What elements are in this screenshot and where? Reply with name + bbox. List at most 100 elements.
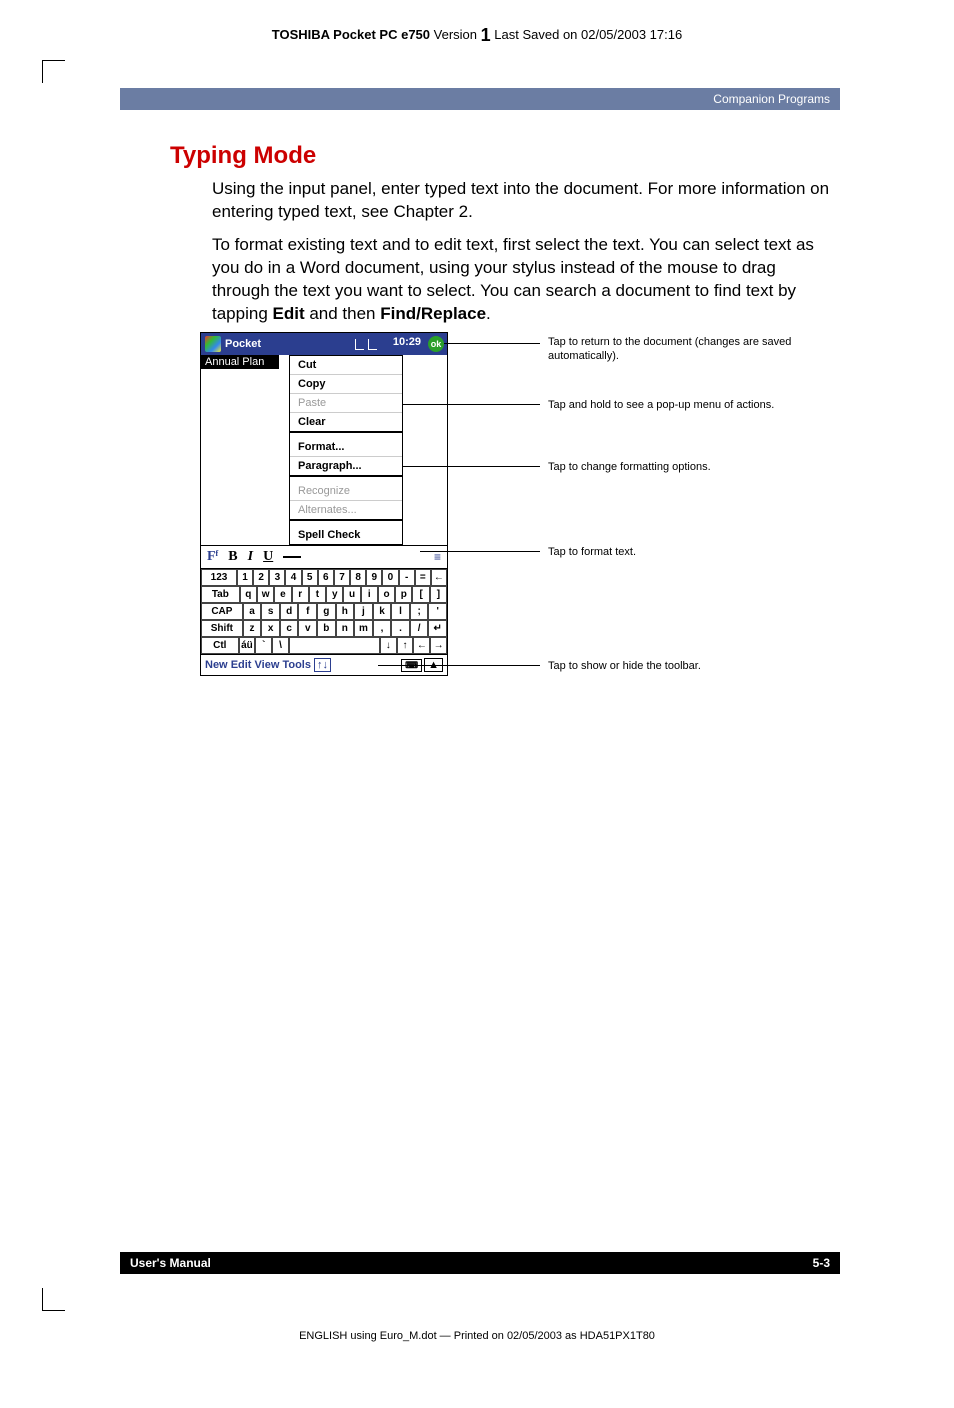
key-6[interactable]: 6 <box>318 569 334 586</box>
key-p[interactable]: p <box>395 586 412 603</box>
kb-row-1[interactable]: Tabqwertyuiop[] <box>201 586 447 603</box>
key-j[interactable]: j <box>354 603 373 620</box>
key-k[interactable]: k <box>373 603 392 620</box>
cmd-edit[interactable]: Edit <box>231 659 252 671</box>
key-y[interactable]: y <box>326 586 343 603</box>
key-CAP[interactable]: CAP <box>201 603 243 620</box>
key-5[interactable]: 5 <box>302 569 318 586</box>
key-v[interactable]: v <box>298 620 317 637</box>
key-sym[interactable]: ↵ <box>428 620 447 637</box>
menu-cut[interactable]: Cut <box>290 356 402 375</box>
key-sym[interactable]: ← <box>431 569 447 586</box>
key-sym[interactable] <box>289 637 380 654</box>
status-icons <box>355 333 377 355</box>
key-sym[interactable]: ] <box>430 586 447 603</box>
key-Ctl[interactable]: Ctl <box>201 637 239 654</box>
key-8[interactable]: 8 <box>350 569 366 586</box>
key-m[interactable]: m <box>354 620 373 637</box>
key-sym[interactable]: ' <box>428 603 447 620</box>
crop-mark-tl <box>42 60 65 83</box>
leader-3 <box>400 466 540 467</box>
key-x[interactable]: x <box>261 620 280 637</box>
key-sym[interactable]: [ <box>412 586 429 603</box>
key-w[interactable]: w <box>257 586 274 603</box>
ok-button[interactable]: ok <box>428 336 444 352</box>
key-f[interactable]: f <box>298 603 317 620</box>
leader-4 <box>420 551 540 552</box>
titlebar: Pocket 10:29 ok <box>201 333 447 355</box>
key-d[interactable]: d <box>280 603 299 620</box>
key-sym[interactable]: ← <box>413 637 430 654</box>
key-i[interactable]: i <box>361 586 378 603</box>
key-s[interactable]: s <box>261 603 280 620</box>
bullets-button[interactable]: ≡ <box>434 550 441 564</box>
header-title: TOSHIBA Pocket PC e750 <box>272 27 430 42</box>
key-4[interactable]: 4 <box>285 569 301 586</box>
menu-spellcheck[interactable]: Spell Check <box>290 521 402 544</box>
key-0[interactable]: 0 <box>382 569 398 586</box>
key-l[interactable]: l <box>391 603 410 620</box>
start-flag-icon[interactable] <box>205 336 221 352</box>
key-e[interactable]: e <box>274 586 291 603</box>
key-q[interactable]: q <box>240 586 257 603</box>
menu-copy[interactable]: Copy <box>290 375 402 394</box>
key-sym[interactable]: ` <box>255 637 272 654</box>
paragraph-1: Using the input panel, enter typed text … <box>212 178 832 224</box>
key-n[interactable]: n <box>336 620 355 637</box>
key-sym[interactable]: ; <box>410 603 429 620</box>
key-9[interactable]: 9 <box>366 569 382 586</box>
key-b[interactable]: b <box>317 620 336 637</box>
leader-5 <box>378 665 540 666</box>
kb-row-4[interactable]: Ctláü`\ ↓↑←→ <box>201 637 447 654</box>
font-picker[interactable]: Fᶠ <box>207 549 218 565</box>
key-h[interactable]: h <box>336 603 355 620</box>
key-symsym[interactable]: áü <box>239 637 256 654</box>
menu-recognize: Recognize <box>290 477 402 501</box>
key-sym[interactable]: . <box>391 620 410 637</box>
key-o[interactable]: o <box>378 586 395 603</box>
menu-format[interactable]: Format... <box>290 433 402 457</box>
key-c[interactable]: c <box>280 620 299 637</box>
kb-row-0[interactable]: 1231234567890-=← <box>201 569 447 586</box>
key-sym[interactable]: = <box>415 569 431 586</box>
key-Tab[interactable]: Tab <box>201 586 240 603</box>
underline-button[interactable]: U <box>263 549 273 565</box>
footer-right: 5-3 <box>813 1256 830 1270</box>
key-g[interactable]: g <box>317 603 336 620</box>
menu-clear[interactable]: Clear <box>290 413 402 433</box>
key-sym[interactable]: ↓ <box>380 637 397 654</box>
cmd-tools[interactable]: Tools <box>282 659 311 671</box>
clock: 10:29 <box>393 336 421 348</box>
key-sym[interactable]: ↑ <box>397 637 414 654</box>
key-3[interactable]: 3 <box>269 569 285 586</box>
italic-button[interactable]: I <box>248 549 253 565</box>
key-sym[interactable]: - <box>399 569 415 586</box>
key-1[interactable]: 1 <box>237 569 253 586</box>
key-r[interactable]: r <box>292 586 309 603</box>
document-area[interactable]: Annual Plan Cut Copy Paste Clear Format.… <box>201 355 447 545</box>
key-a[interactable]: a <box>243 603 262 620</box>
soft-keyboard[interactable]: 1231234567890-=← Tabqwertyuiop[] CAPasdf… <box>201 568 447 654</box>
key-2[interactable]: 2 <box>253 569 269 586</box>
key-u[interactable]: u <box>343 586 360 603</box>
selected-text[interactable]: Annual Plan <box>201 355 279 369</box>
key-7[interactable]: 7 <box>334 569 350 586</box>
crop-mark-bl <box>42 1288 65 1311</box>
key-Shift[interactable]: Shift <box>201 620 243 637</box>
kb-row-2[interactable]: CAPasdfghjkl;' <box>201 603 447 620</box>
cmd-toolbar-toggle[interactable]: ↑↓ <box>314 658 331 672</box>
kb-row-3[interactable]: Shiftzxcvbnm,./↵ <box>201 620 447 637</box>
key-sym[interactable]: , <box>373 620 392 637</box>
paragraph-2: To format existing text and to edit text… <box>212 234 832 326</box>
key-sym[interactable]: / <box>410 620 429 637</box>
key-sym[interactable]: \ <box>272 637 289 654</box>
key-z[interactable]: z <box>243 620 262 637</box>
menu-paragraph[interactable]: Paragraph... <box>290 457 402 477</box>
chapter-title: Companion Programs <box>713 92 830 106</box>
key-sym[interactable]: → <box>430 637 447 654</box>
bold-button[interactable]: B <box>228 549 237 565</box>
cmd-new[interactable]: New <box>205 659 228 671</box>
cmd-view[interactable]: View <box>255 659 280 671</box>
key-t[interactable]: t <box>309 586 326 603</box>
key-123[interactable]: 123 <box>201 569 237 586</box>
